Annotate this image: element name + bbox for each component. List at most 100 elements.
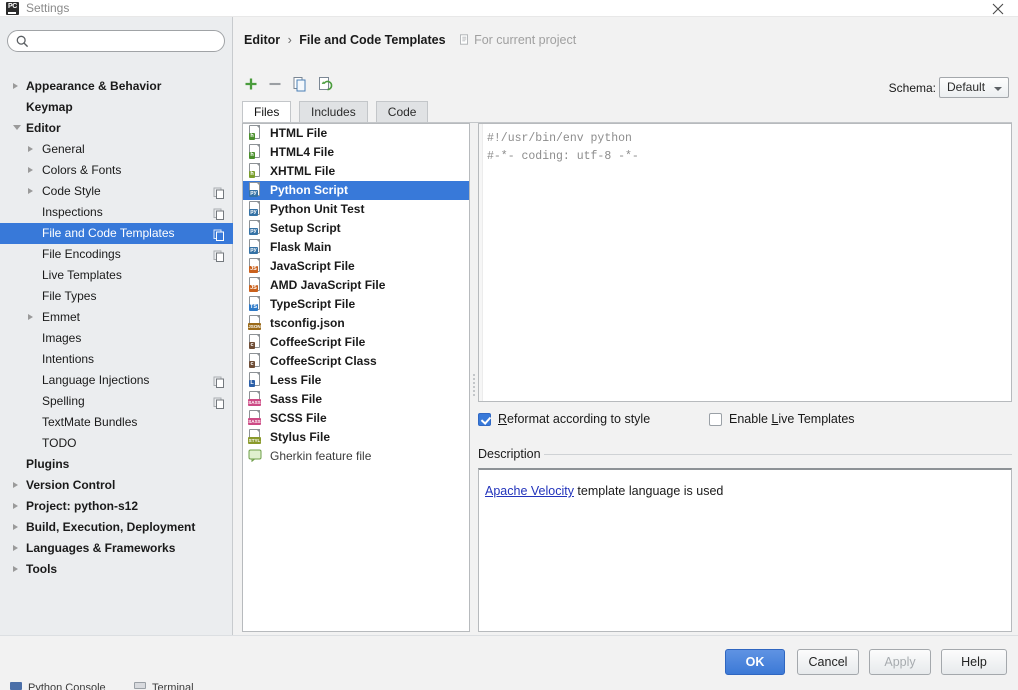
sidebar-item-label: File Encodings <box>42 247 121 261</box>
sidebar-item-keymap[interactable]: Keymap <box>0 97 233 118</box>
breadcrumb-scope: For current project <box>449 33 576 47</box>
template-list-item-label: AMD JavaScript File <box>270 278 386 292</box>
reformat-checkbox[interactable] <box>478 413 491 426</box>
add-template-button[interactable] <box>242 75 266 97</box>
sidebar-item-label: Code Style <box>42 184 101 198</box>
template-list-item-label: CoffeeScript Class <box>270 354 377 368</box>
template-list-item[interactable]: SASS Sass File <box>243 390 469 409</box>
template-list-item[interactable]: JS AMD JavaScript File <box>243 276 469 295</box>
template-list-item[interactable]: h HTML File <box>243 124 469 143</box>
sidebar-item-spelling[interactable]: Spelling <box>0 391 233 412</box>
template-editor[interactable]: #!/usr/bin/env python #-*- coding: utf-8… <box>478 123 1012 402</box>
chevron-right-icon[interactable] <box>13 83 18 89</box>
template-list-item[interactable]: SASS SCSS File <box>243 409 469 428</box>
breadcrumb-parent[interactable]: Editor <box>244 33 280 47</box>
live-templates-checkbox[interactable] <box>709 413 722 426</box>
template-source-code[interactable]: #!/usr/bin/env python #-*- coding: utf-8… <box>487 130 639 166</box>
sidebar-item-version-control[interactable]: Version Control <box>0 475 233 496</box>
sidebar-item-live-templates[interactable]: Live Templates <box>0 265 233 286</box>
tab-code[interactable]: Code <box>375 101 429 123</box>
settings-dialog-body: Appearance & Behavior Keymap Editor General… <box>0 17 1018 635</box>
chevron-right-icon[interactable] <box>13 566 18 572</box>
template-list-item[interactable]: JS JavaScript File <box>243 257 469 276</box>
chevron-down-icon[interactable] <box>13 125 21 130</box>
panel-splitter[interactable] <box>471 372 477 402</box>
sidebar-item-label: TextMate Bundles <box>42 415 138 429</box>
editor-gutter <box>479 124 483 401</box>
template-list-item[interactable]: py Setup Script <box>243 219 469 238</box>
sidebar-item-label: Intentions <box>42 352 95 366</box>
sidebar-item-inspections[interactable]: Inspections <box>0 202 233 223</box>
apache-velocity-link[interactable]: Apache Velocity <box>485 484 574 498</box>
chevron-right-icon[interactable] <box>28 188 33 194</box>
template-list-item[interactable]: py Flask Main <box>243 238 469 257</box>
template-list-item[interactable]: L Less File <box>243 371 469 390</box>
javascript-file-icon: JS <box>248 277 264 292</box>
template-list-item[interactable]: h HTML4 File <box>243 143 469 162</box>
template-list-item-label: XHTML File <box>270 164 336 178</box>
sidebar-item-todo[interactable]: TODO <box>0 433 233 454</box>
cancel-button[interactable]: Cancel <box>797 649 859 675</box>
ok-button[interactable]: OK <box>725 649 785 675</box>
sidebar-item-file-and-code-templates[interactable]: File and Code Templates <box>0 223 233 244</box>
chevron-right-icon[interactable] <box>13 482 18 488</box>
sidebar-item-tools[interactable]: Tools <box>0 559 233 580</box>
sidebar-item-intentions[interactable]: Intentions <box>0 349 233 370</box>
search-input[interactable] <box>7 30 225 52</box>
tab-includes[interactable]: Includes <box>299 101 368 123</box>
sidebar-item-images[interactable]: Images <box>0 328 233 349</box>
search-box[interactable] <box>7 30 225 52</box>
sidebar-item-label: Tools <box>26 562 58 576</box>
chevron-right-icon[interactable] <box>13 545 18 551</box>
template-list-item[interactable]: h XHTML File <box>243 162 469 181</box>
sidebar-item-label: Project: python-s12 <box>26 499 139 513</box>
python-file-icon: py <box>248 182 264 197</box>
terminal-button[interactable]: Terminal <box>152 682 194 690</box>
sidebar-item-emmet[interactable]: Emmet <box>0 307 233 328</box>
sidebar-item-colors-fonts[interactable]: Colors & Fonts <box>0 160 233 181</box>
sidebar-item-label: Live Templates <box>42 268 122 282</box>
template-list-item[interactable]: py Python Unit Test <box>243 200 469 219</box>
sidebar-item-label: Images <box>42 331 82 345</box>
sidebar-item-project-python-s12[interactable]: Project: python-s12 <box>0 496 233 517</box>
tab-files[interactable]: Files <box>242 101 292 123</box>
sidebar-item-appearance-behavior[interactable]: Appearance & Behavior <box>0 76 233 97</box>
chevron-right-icon[interactable] <box>28 314 33 320</box>
chevron-right-icon[interactable] <box>13 524 18 530</box>
remove-template-button[interactable] <box>266 75 290 97</box>
sidebar-item-code-style[interactable]: Code Style <box>0 181 233 202</box>
template-list-item[interactable]: Gherkin feature file <box>243 447 469 466</box>
description-rest: template language is used <box>573 484 724 498</box>
sidebar-item-plugins[interactable]: Plugins <box>0 454 233 475</box>
template-list-item[interactable]: JSON tsconfig.json <box>243 314 469 333</box>
python-console-button[interactable]: Python Console <box>28 682 106 690</box>
template-list-item[interactable]: py Python Script <box>243 181 469 200</box>
chevron-right-icon[interactable] <box>13 503 18 509</box>
chevron-right-icon[interactable] <box>28 167 33 173</box>
sidebar-item-languages-frameworks[interactable]: Languages & Frameworks <box>0 538 233 559</box>
schema-select[interactable]: Default <box>939 77 1009 98</box>
help-button[interactable]: Help <box>941 649 1007 675</box>
sidebar-item-general[interactable]: General <box>0 139 233 160</box>
template-list-item[interactable]: c CoffeeScript Class <box>243 352 469 371</box>
description-panel: Apache Velocity template language is use… <box>478 468 1012 632</box>
close-icon[interactable] <box>978 0 1018 17</box>
description-text: Apache Velocity template language is use… <box>485 484 723 498</box>
sidebar-item-build-execution-deployment[interactable]: Build, Execution, Deployment <box>0 517 233 538</box>
template-list-item-label: Gherkin feature file <box>270 449 372 463</box>
copy-template-button[interactable] <box>291 75 315 97</box>
template-list-item[interactable]: STYL Stylus File <box>243 428 469 447</box>
pycharm-icon: PC <box>6 2 19 15</box>
template-list[interactable]: h HTML File h HTML4 File h XHTML File py Python… <box>242 123 470 632</box>
sidebar-item-editor[interactable]: Editor <box>0 118 233 139</box>
sidebar-item-file-encodings[interactable]: File Encodings <box>0 244 233 265</box>
chevron-right-icon[interactable] <box>28 146 33 152</box>
json-file-icon: JSON <box>248 315 264 330</box>
template-list-item[interactable]: TS TypeScript File <box>243 295 469 314</box>
sidebar-item-file-types[interactable]: File Types <box>0 286 233 307</box>
sidebar-item-language-injections[interactable]: Language Injections <box>0 370 233 391</box>
sidebar-item-textmate-bundles[interactable]: TextMate Bundles <box>0 412 233 433</box>
reset-template-button[interactable] <box>316 75 340 97</box>
template-list-item[interactable]: c CoffeeScript File <box>243 333 469 352</box>
template-list-item-label: HTML File <box>270 126 328 140</box>
